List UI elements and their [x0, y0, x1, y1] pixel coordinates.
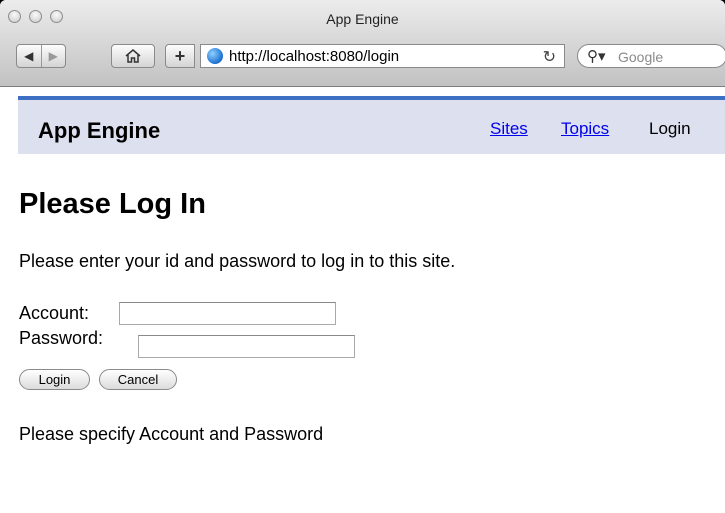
back-icon[interactable]: ◀	[17, 45, 41, 67]
add-bookmark-icon: +	[174, 45, 186, 66]
browser-window: App Engine ◀ ▶ + http://localhost:8080/l…	[0, 0, 725, 513]
nav-item-login: Login	[649, 119, 691, 138]
search-icon: ⚲▾	[587, 48, 606, 65]
back-forward-group: ◀ ▶	[16, 44, 66, 68]
browser-chrome: App Engine ◀ ▶ + http://localhost:8080/l…	[0, 0, 725, 87]
window-title: App Engine	[326, 11, 399, 27]
account-input[interactable]	[119, 302, 336, 325]
validation-message: Please specify Account and Password	[19, 424, 324, 444]
password-input[interactable]	[138, 335, 355, 358]
home-button[interactable]	[111, 44, 155, 68]
site-title: App Engine	[38, 118, 161, 143]
account-label: Account:	[19, 303, 90, 323]
intro-text: Please enter your id and password to log…	[19, 251, 456, 271]
home-icon	[112, 45, 154, 67]
add-bookmark-button[interactable]: +	[165, 44, 195, 68]
reload-icon[interactable]: ↻	[543, 47, 556, 67]
page-content: App Engine Sites Topics Login Please Log…	[0, 87, 725, 513]
page-title: Please Log In	[19, 188, 206, 220]
toolbar: ◀ ▶ + http://localhost:8080/login ↻ ⚲▾ G…	[0, 44, 725, 74]
forward-icon[interactable]: ▶	[40, 45, 66, 67]
password-label: Password:	[19, 328, 104, 348]
url-text: http://localhost:8080/login	[229, 48, 400, 65]
globe-icon	[207, 48, 223, 64]
login-button[interactable]: Login	[19, 369, 90, 390]
address-bar[interactable]: http://localhost:8080/login ↻	[200, 44, 565, 68]
nav-link-sites[interactable]: Sites	[490, 119, 528, 139]
search-placeholder: Google	[618, 49, 664, 65]
cancel-button[interactable]: Cancel	[99, 369, 177, 390]
search-field[interactable]: ⚲▾ Google	[577, 44, 725, 68]
nav-link-topics[interactable]: Topics	[561, 119, 609, 139]
site-header: App Engine Sites Topics Login	[18, 96, 725, 154]
